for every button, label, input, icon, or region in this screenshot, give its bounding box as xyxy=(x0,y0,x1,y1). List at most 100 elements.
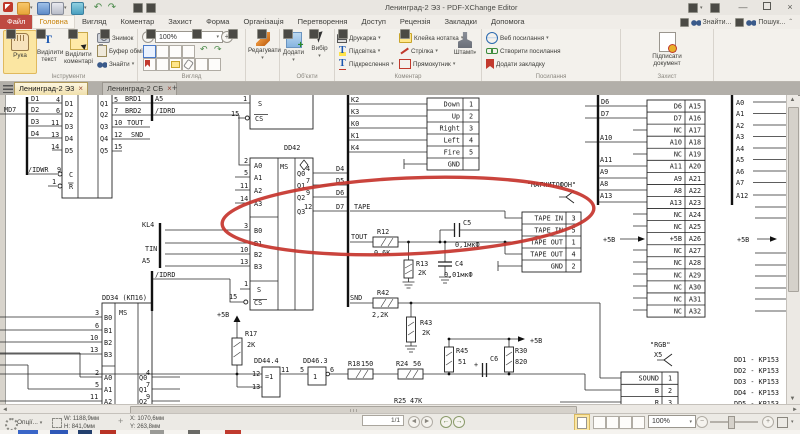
taskbar-icon[interactable] xyxy=(50,430,68,434)
taskbar-icon[interactable] xyxy=(188,430,200,434)
keytip-badge xyxy=(688,3,698,13)
layout-continuous-icon[interactable] xyxy=(606,416,619,429)
open-caret-icon[interactable]: ▾ xyxy=(30,5,33,11)
vertical-scrollbar[interactable]: ▲ ▼ xyxy=(786,95,798,404)
next-view-icon[interactable]: → xyxy=(453,416,465,428)
page-view-icon[interactable] xyxy=(143,45,156,58)
bookmarks-panel-icon[interactable] xyxy=(143,58,156,71)
caret-down-icon[interactable]: ▾ xyxy=(791,419,794,425)
collapse-ribbon-icon[interactable]: ˆ xyxy=(789,18,792,27)
menu-tab-6[interactable]: Організація xyxy=(236,15,290,29)
content-panel-icon[interactable] xyxy=(208,58,221,71)
taskbar-icon[interactable] xyxy=(100,430,116,434)
select-comments-button[interactable]: Виділити коментарі xyxy=(62,30,95,72)
minimize-button[interactable]: — xyxy=(732,0,754,14)
highlight-button[interactable]: Підсвітка▾ xyxy=(337,45,380,57)
taskbar-icon[interactable] xyxy=(18,430,38,434)
close-button[interactable]: × xyxy=(780,0,800,14)
fields-panel-icon[interactable] xyxy=(195,58,208,71)
zoom-in-icon[interactable]: + xyxy=(762,416,774,428)
find-tool-button[interactable]: Знайти▾ xyxy=(97,58,134,70)
schematic-label: R17 xyxy=(245,330,257,338)
keytip-badge xyxy=(228,29,238,39)
zoom-slider-thumb[interactable] xyxy=(728,416,735,429)
scroll-down-icon[interactable]: ▼ xyxy=(787,395,798,403)
continuous-view-icon[interactable] xyxy=(169,45,182,58)
zoom-combo[interactable]: 100%▾ xyxy=(155,31,223,43)
sign-document-button[interactable]: Підписати документ xyxy=(643,30,691,72)
fit-page-button[interactable] xyxy=(574,414,590,431)
fit-width-icon[interactable] xyxy=(777,417,788,428)
schematic-label: D6 xyxy=(336,189,344,197)
document-tab-1[interactable]: Ленинград-2 СБ× xyxy=(102,82,177,95)
underline-button[interactable]: Підкреслення▾ xyxy=(337,58,394,70)
comments-panel-icon[interactable] xyxy=(169,58,182,71)
layout-single-icon[interactable] xyxy=(593,416,606,429)
print-caret-icon[interactable]: ▾ xyxy=(64,5,67,11)
arrow-tool-button[interactable]: Стрілка▾ xyxy=(399,45,438,57)
caret-down-icon: ▾ xyxy=(318,53,321,59)
schematic-label: 13 xyxy=(51,131,59,139)
schematic-drawing: Down1Up2Right3Left4Fire5GNDTAPE IN3TAPE … xyxy=(0,95,786,404)
last-page-icon[interactable]: ► xyxy=(421,416,433,428)
web-link-button[interactable]: Веб посилання▾ xyxy=(486,32,549,44)
close-tab-icon[interactable]: × xyxy=(78,84,83,93)
menu-tab-2[interactable]: Вигляд xyxy=(75,15,114,29)
attachments-panel-icon[interactable] xyxy=(182,58,195,71)
menu-tab-3[interactable]: Коментар xyxy=(114,15,162,29)
menu-tab-5[interactable]: Форма xyxy=(199,15,236,29)
rectangle-tool-button[interactable]: Прямокутник▾ xyxy=(399,58,455,70)
zoom-out-icon[interactable]: − xyxy=(696,416,708,428)
layout-facing-icon[interactable] xyxy=(619,416,632,429)
save-icon[interactable] xyxy=(37,2,50,15)
create-link-button[interactable]: Створити посилання xyxy=(486,45,561,57)
facing-pages-icon[interactable] xyxy=(156,45,169,58)
redo-icon[interactable]: ↷ xyxy=(214,44,222,55)
svg-text:A17: A17 xyxy=(689,127,701,135)
schematic-label: C xyxy=(69,171,73,179)
taskbar-icon[interactable] xyxy=(78,430,92,434)
undo-icon[interactable]: ↶ xyxy=(200,44,208,55)
vertical-scroll-thumb[interactable] xyxy=(788,107,799,292)
menu-tab-4[interactable]: Захист xyxy=(161,15,199,29)
email-caret-icon[interactable]: ▾ xyxy=(84,5,87,11)
schematic-label: 6 xyxy=(330,366,334,374)
menu-tab-1[interactable]: Головна xyxy=(32,15,75,29)
multi-page-icon[interactable] xyxy=(182,45,195,58)
new-tab-button[interactable]: + xyxy=(172,83,177,93)
schematic-label: D4 xyxy=(65,135,73,143)
schematic-label: R13 xyxy=(416,260,428,268)
tab-menu-icon[interactable] xyxy=(3,85,13,93)
document-tab-0[interactable]: Ленинград-2 Э3× xyxy=(14,82,88,95)
find-button[interactable]: Знайти... xyxy=(680,18,732,27)
menu-tab-0[interactable]: Файл xyxy=(0,15,32,29)
previous-view-icon[interactable]: ← xyxy=(440,416,452,428)
redo-icon[interactable]: ↷ xyxy=(106,2,118,13)
scroll-up-icon[interactable]: ▲ xyxy=(787,96,798,104)
options-button[interactable]: Опції... ▾ xyxy=(17,419,42,426)
menu-tab-11[interactable]: Допомога xyxy=(484,15,532,29)
schematic-label: MS xyxy=(280,163,288,171)
taskbar-icon[interactable] xyxy=(150,430,164,434)
thumbnails-panel-icon[interactable] xyxy=(156,58,169,71)
add-bookmark-button[interactable]: Додати закладку xyxy=(486,58,545,70)
status-zoom-combo[interactable]: 100%▾ xyxy=(648,415,696,428)
menu-tab-10[interactable]: Закладки xyxy=(437,15,483,29)
menu-tab-9[interactable]: Рецензія xyxy=(393,15,438,29)
menu-tab-8[interactable]: Доступ xyxy=(355,15,393,29)
svg-text:SOUND: SOUND xyxy=(639,375,659,383)
toolbar-caret-icon[interactable]: ▾ xyxy=(700,5,703,11)
taskbar-icon[interactable] xyxy=(225,430,241,434)
menu-tab-7[interactable]: Перетворення xyxy=(291,15,355,29)
document-area[interactable]: Down1Up2Right3Left4Fire5GNDTAPE IN3TAPE … xyxy=(0,95,786,404)
open-icon[interactable] xyxy=(17,2,30,15)
stamp-button[interactable]: Штамп▾ xyxy=(451,30,479,72)
print-icon[interactable] xyxy=(51,2,64,15)
maximize-button[interactable] xyxy=(756,0,778,14)
undo-icon[interactable]: ↶ xyxy=(92,2,104,13)
search-button[interactable]: Пошук... xyxy=(735,18,785,27)
email-icon[interactable] xyxy=(71,2,84,15)
layout-grid-icon[interactable] xyxy=(632,416,645,429)
first-page-icon[interactable]: ◄ xyxy=(408,416,420,428)
page-number-box[interactable]: 1/1 xyxy=(362,415,404,426)
